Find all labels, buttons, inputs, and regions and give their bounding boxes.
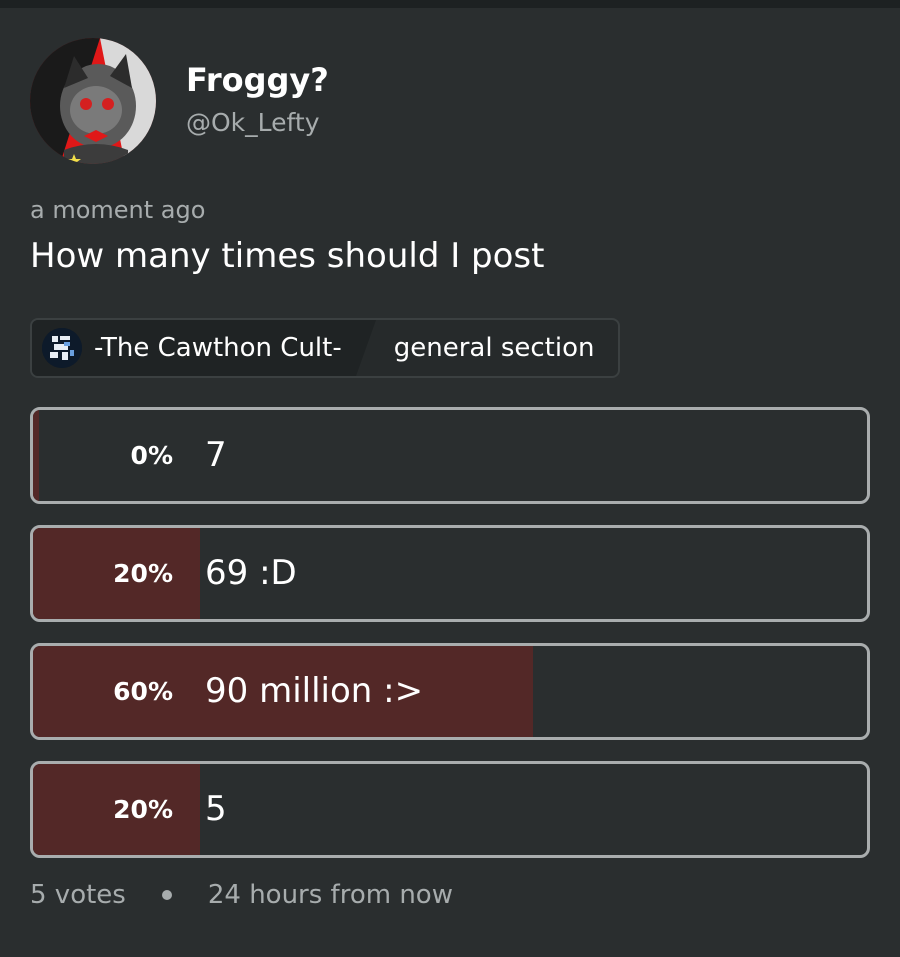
poll-option-percent: 0% (130, 441, 173, 470)
community-section[interactable]: general section (394, 333, 595, 363)
poll-option[interactable]: 20% 69 :D (30, 525, 870, 622)
community-name: -The Cawthon Cult- (94, 333, 342, 363)
top-bar (0, 0, 900, 8)
poll-option[interactable]: 20% 5 (30, 761, 870, 858)
post-timestamp: a moment ago (30, 196, 206, 224)
poll-option-label: 90 million :> (205, 671, 424, 711)
post-header: Froggy? @Ok_Lefty (30, 38, 329, 164)
poll-option-percent: 20% (113, 795, 173, 824)
poll-time-left: 24 hours from now (207, 880, 453, 910)
vote-count[interactable]: 5 votes (30, 880, 126, 910)
poll-question: How many times should I post (30, 236, 545, 276)
poll-option-percent: 60% (113, 677, 173, 706)
separator-dot-icon (161, 890, 172, 900)
community-chip[interactable]: -The Cawthon Cult- general section (30, 318, 620, 378)
poll-option-label: 5 (205, 789, 227, 829)
community-link[interactable]: -The Cawthon Cult- (32, 320, 376, 376)
poll-footer: 5 votes 24 hours from now (30, 880, 453, 910)
poll-option-percent: 20% (113, 559, 173, 588)
poll-option-label: 7 (205, 435, 227, 475)
poll-option[interactable]: 60% 90 million :> (30, 643, 870, 740)
poll-option-label: 69 :D (205, 553, 297, 593)
author-handle[interactable]: @Ok_Lefty (186, 108, 329, 137)
poll: 0% 7 20% 69 :D 60% 90 million :> 20% 5 (30, 407, 870, 879)
author-display-name[interactable]: Froggy? (186, 61, 329, 99)
poll-option[interactable]: 0% 7 (30, 407, 870, 504)
avatar[interactable] (30, 38, 156, 164)
community-icon (42, 328, 82, 368)
